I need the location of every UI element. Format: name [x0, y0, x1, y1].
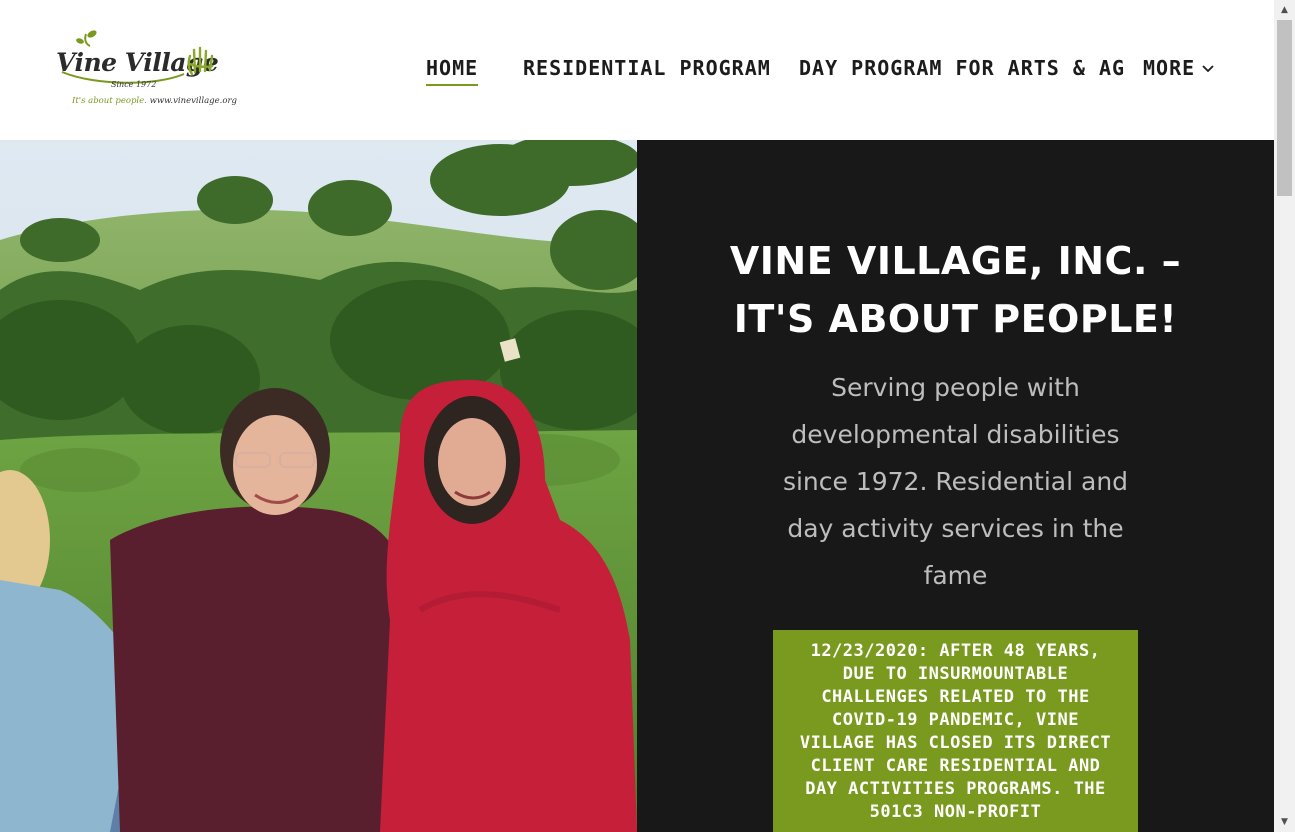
- logo-tagline-text: It's about people.: [72, 96, 147, 106]
- nav-more[interactable]: MORE: [1143, 56, 1215, 80]
- chevron-down-icon: [1202, 65, 1214, 73]
- nav-more-label: MORE: [1143, 56, 1196, 80]
- hand-icon: [187, 46, 214, 76]
- scroll-up-arrow-icon[interactable]: ▲: [1274, 0, 1295, 20]
- hero-subtitle: Serving people with developmental disabi…: [782, 373, 1129, 590]
- logo-tagline: It's about people. www.vinevillage.org: [72, 96, 237, 106]
- site-header: Vine Village Since 1972 It's about peopl…: [0, 0, 1274, 140]
- hero-panel: VINE VILLAGE, INC. – IT'S ABOUT PEOPLE! …: [637, 140, 1274, 832]
- scroll-down-arrow-icon[interactable]: ▼: [1274, 812, 1295, 832]
- logo-url: www.vinevillage.org: [149, 96, 237, 106]
- hero-photo: [0, 140, 637, 832]
- hero-title-line2: IT'S ABOUT PEOPLE!: [733, 297, 1178, 341]
- hero-title-line1: VINE VILLAGE, INC. –: [729, 239, 1182, 283]
- nav-residential-program[interactable]: RESIDENTIAL PROGRAM: [523, 56, 771, 80]
- closure-notice: 12/23/2020: AFTER 48 YEARS, DUE TO INSUR…: [773, 630, 1138, 832]
- nav-home[interactable]: HOME: [426, 56, 479, 86]
- scroll-thumb[interactable]: [1277, 20, 1292, 196]
- hero-title: VINE VILLAGE, INC. – IT'S ABOUT PEOPLE!: [637, 232, 1274, 348]
- site-logo[interactable]: Vine Village Since 1972 It's about peopl…: [56, 28, 237, 112]
- logo-since: Since 1972: [111, 80, 157, 89]
- nav-day-program[interactable]: DAY PROGRAM FOR ARTS & AG: [799, 56, 1125, 80]
- vertical-scrollbar[interactable]: ▲ ▼: [1274, 0, 1295, 832]
